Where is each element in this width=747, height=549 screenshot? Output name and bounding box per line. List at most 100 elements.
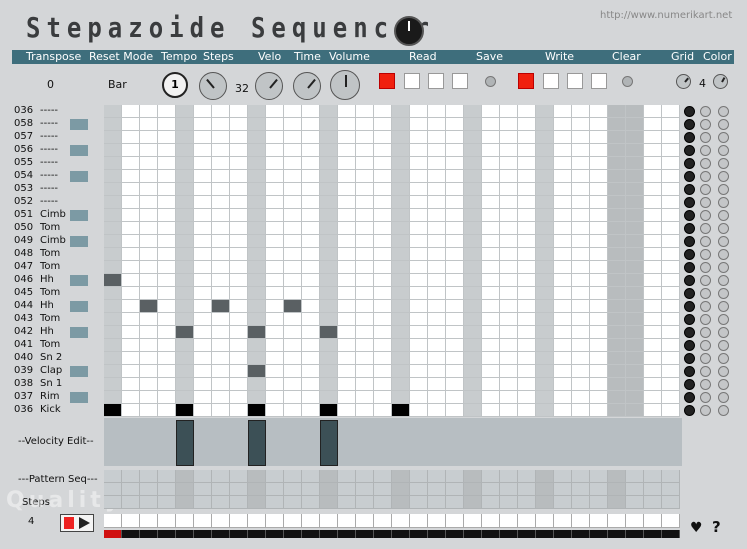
grid-cell[interactable]	[644, 235, 662, 248]
pattern-step-cell[interactable]	[626, 514, 644, 528]
grid-cell[interactable]	[266, 365, 284, 378]
grid-cell[interactable]	[338, 170, 356, 183]
grid-cell[interactable]	[446, 209, 464, 222]
grid-cell[interactable]	[176, 274, 194, 287]
grid-cell[interactable]	[644, 183, 662, 196]
grid-cell[interactable]	[554, 365, 572, 378]
grid-cell[interactable]	[500, 131, 518, 144]
grid-cell[interactable]	[482, 105, 500, 118]
write-slot-2[interactable]	[543, 73, 559, 89]
grid-cell[interactable]	[338, 131, 356, 144]
pattern-cell[interactable]	[518, 483, 536, 496]
grid-cell[interactable]	[320, 248, 338, 261]
grid-cell[interactable]	[428, 352, 446, 365]
pattern-step-cell[interactable]	[392, 514, 410, 528]
pattern-cell[interactable]	[266, 483, 284, 496]
grid-cell[interactable]	[194, 209, 212, 222]
grid-cell[interactable]	[482, 391, 500, 404]
grid-cell[interactable]	[626, 157, 644, 170]
grid-cell[interactable]	[266, 404, 284, 417]
grid-cell[interactable]	[338, 326, 356, 339]
grid-cell[interactable]	[194, 157, 212, 170]
grid-cell[interactable]	[518, 235, 536, 248]
grid-cell[interactable]	[122, 248, 140, 261]
grid-cell[interactable]	[356, 170, 374, 183]
grid-cell[interactable]	[302, 287, 320, 300]
row-solo-knob[interactable]	[718, 210, 729, 221]
grid-cell[interactable]	[374, 144, 392, 157]
row-solo-knob[interactable]	[718, 275, 729, 286]
grid-cell[interactable]	[500, 287, 518, 300]
grid-cell[interactable]	[446, 131, 464, 144]
grid-cell[interactable]	[644, 131, 662, 144]
grid-cell[interactable]	[392, 326, 410, 339]
row-mute-knob[interactable]	[684, 171, 695, 182]
grid-cell[interactable]	[356, 157, 374, 170]
grid-cell[interactable]	[554, 144, 572, 157]
pattern-cell[interactable]	[356, 496, 374, 509]
grid-cell[interactable]	[374, 391, 392, 404]
pattern-cell[interactable]	[644, 483, 662, 496]
pattern-step-cell[interactable]	[536, 514, 554, 528]
grid-cell[interactable]	[590, 313, 608, 326]
grid-cell[interactable]	[428, 274, 446, 287]
grid-cell[interactable]	[626, 352, 644, 365]
grid-cell[interactable]	[536, 222, 554, 235]
grid-cell[interactable]	[410, 404, 428, 417]
row-mute-knob[interactable]	[684, 288, 695, 299]
grid-cell[interactable]	[608, 118, 626, 131]
grid-cell[interactable]	[104, 222, 122, 235]
grid-cell[interactable]	[428, 326, 446, 339]
grid-cell[interactable]	[212, 170, 230, 183]
grid-cell[interactable]	[428, 144, 446, 157]
grid-cell[interactable]	[266, 274, 284, 287]
row-active-indicator[interactable]	[70, 405, 88, 416]
row-velocity-knob[interactable]	[700, 249, 711, 260]
grid-cell[interactable]	[212, 352, 230, 365]
grid-cell[interactable]	[176, 235, 194, 248]
grid-cell[interactable]	[482, 222, 500, 235]
grid-cell[interactable]	[500, 391, 518, 404]
grid-cell[interactable]	[554, 131, 572, 144]
grid-cell[interactable]	[536, 105, 554, 118]
grid-cell[interactable]	[158, 300, 176, 313]
grid-cell[interactable]	[122, 391, 140, 404]
pattern-cell[interactable]	[122, 496, 140, 509]
grid-cell[interactable]	[572, 170, 590, 183]
grid-cell[interactable]	[482, 300, 500, 313]
grid-cell[interactable]	[104, 196, 122, 209]
row-mute-knob[interactable]	[684, 366, 695, 377]
grid-cell[interactable]	[572, 209, 590, 222]
row-mute-knob[interactable]	[684, 106, 695, 117]
grid-cell[interactable]	[536, 378, 554, 391]
grid-cell[interactable]	[428, 235, 446, 248]
grid-cell[interactable]	[554, 105, 572, 118]
grid-cell[interactable]	[608, 352, 626, 365]
grid-cell[interactable]	[662, 131, 680, 144]
grid-cell[interactable]	[266, 170, 284, 183]
grid-cell[interactable]	[140, 222, 158, 235]
grid-cell[interactable]	[428, 222, 446, 235]
row-active-indicator[interactable]	[70, 288, 88, 299]
grid-cell[interactable]	[212, 209, 230, 222]
grid-cell[interactable]	[446, 235, 464, 248]
row-mute-knob[interactable]	[684, 145, 695, 156]
grid-cell[interactable]	[392, 131, 410, 144]
grid-cell[interactable]	[104, 157, 122, 170]
grid-cell[interactable]	[320, 391, 338, 404]
grid-cell[interactable]	[590, 144, 608, 157]
grid-cell[interactable]	[302, 352, 320, 365]
row-solo-knob[interactable]	[718, 327, 729, 338]
grid-cell[interactable]	[302, 391, 320, 404]
grid-cell[interactable]	[194, 131, 212, 144]
grid-cell[interactable]	[284, 391, 302, 404]
grid-cell[interactable]	[662, 365, 680, 378]
pattern-step-cell[interactable]	[410, 514, 428, 528]
pattern-cell[interactable]	[248, 483, 266, 496]
grid-cell[interactable]	[338, 339, 356, 352]
grid-cell[interactable]	[302, 222, 320, 235]
grid-cell[interactable]	[302, 157, 320, 170]
grid-cell[interactable]	[212, 222, 230, 235]
pattern-cell[interactable]	[158, 483, 176, 496]
pattern-cell[interactable]	[266, 470, 284, 483]
